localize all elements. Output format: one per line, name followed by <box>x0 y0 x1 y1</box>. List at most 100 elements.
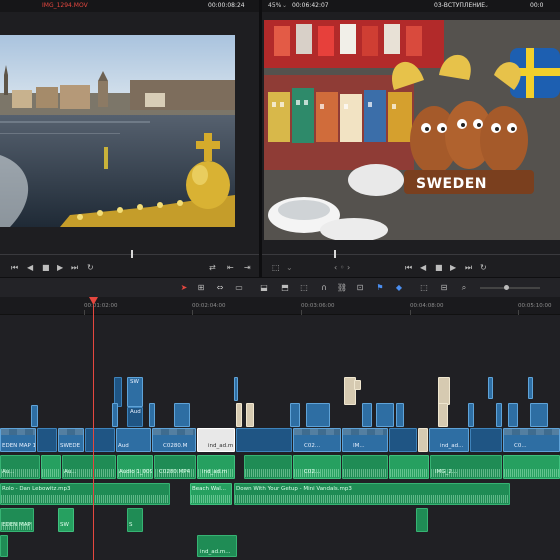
audio-clip[interactable]: IMG_2... <box>430 455 502 479</box>
video-clip[interactable] <box>37 428 57 452</box>
blade-tool-icon[interactable]: ▭ <box>233 282 245 294</box>
video-clip[interactable] <box>236 403 242 427</box>
video-clip[interactable] <box>306 403 330 427</box>
video-clip[interactable] <box>488 377 493 399</box>
video-clip[interactable]: C02... <box>293 428 341 452</box>
audio-clip[interactable]: Audio 1_009 <box>117 455 153 479</box>
linked-selection-icon[interactable]: ⛓ <box>336 282 348 294</box>
replace-clip-icon[interactable]: ⬚ <box>298 282 310 294</box>
video-clip[interactable] <box>290 403 300 427</box>
viewer-options-icon[interactable]: ⬚ <box>272 262 280 274</box>
marker-icon[interactable]: ◆ <box>393 282 405 294</box>
video-clip[interactable] <box>246 403 254 427</box>
audio-clip[interactable]: ind_ad.m... <box>197 535 237 557</box>
zoom-slider[interactable] <box>480 285 540 290</box>
timeline-dropdown-icon[interactable]: ⌄ <box>484 0 489 12</box>
music-clip[interactable]: Down With Your Getup - Mini Vandals.mp3 <box>234 483 510 505</box>
video-clip[interactable] <box>376 403 394 427</box>
source-scrub-head[interactable] <box>131 250 133 258</box>
audio-clip[interactable]: C02... <box>293 455 341 479</box>
audio-clip[interactable]: C0280.MP4 <box>154 455 196 479</box>
full-view-icon[interactable]: ⬚ <box>418 282 430 294</box>
video-clip[interactable]: C0... <box>503 428 560 452</box>
video-clip[interactable]: Aud <box>116 428 151 452</box>
video-clip[interactable] <box>31 405 38 427</box>
audio-clip[interactable]: SW <box>58 508 74 532</box>
video-clip[interactable] <box>418 428 428 452</box>
audio-clip[interactable] <box>41 455 61 479</box>
video-clip[interactable]: SW <box>127 377 143 407</box>
play-icon[interactable]: ▶ <box>450 262 456 274</box>
audio-clip[interactable] <box>244 455 292 479</box>
loop-icon[interactable]: ↻ <box>87 262 94 274</box>
timeline-panel[interactable]: 00:01:02:00 00:02:04:00 00:03:06:00 00:0… <box>0 297 560 560</box>
zoom-slider-handle[interactable] <box>504 285 509 290</box>
audio-clip[interactable]: Au... <box>62 455 116 479</box>
program-scrub-head[interactable] <box>334 250 336 258</box>
video-clip[interactable] <box>496 403 502 427</box>
video-clip[interactable]: EDEN MAP 1 <box>0 428 36 452</box>
video-clip[interactable] <box>362 403 372 427</box>
video-clip[interactable]: C0280.M <box>152 428 196 452</box>
music-clip[interactable]: Rolo - Dan Lebowitz.mp3 <box>0 483 170 505</box>
jump-end-icon[interactable]: ⏭ <box>71 262 78 274</box>
audio-clip[interactable]: S <box>127 508 143 532</box>
flag-icon[interactable]: ⚑ <box>374 282 386 294</box>
snapping-icon[interactable]: ∩ <box>318 282 330 294</box>
stop-icon[interactable]: ■ <box>435 262 443 274</box>
video-clip[interactable]: SWEDE <box>58 428 84 452</box>
video-clip[interactable] <box>508 403 518 427</box>
playhead-line[interactable] <box>93 305 94 560</box>
video-clip[interactable] <box>112 403 118 427</box>
clip-nav-icon[interactable]: ‹ ◦ › <box>334 262 350 274</box>
audio-clip[interactable] <box>389 455 429 479</box>
audio-clip[interactable] <box>342 455 388 479</box>
audio-clip[interactable]: Au... <box>0 455 40 479</box>
video-clip[interactable] <box>174 403 190 427</box>
jump-end-icon[interactable]: ⏭ <box>465 262 472 274</box>
video-clip[interactable] <box>470 428 502 452</box>
video-clip[interactable] <box>396 403 404 427</box>
trim-tool-icon[interactable]: ⊞ <box>195 282 207 294</box>
video-clip[interactable] <box>530 403 548 427</box>
stop-icon[interactable]: ■ <box>42 262 50 274</box>
video-clip[interactable]: ind_ad... <box>429 428 469 452</box>
source-scrub-bar[interactable] <box>0 248 259 260</box>
position-lock-icon[interactable]: ⊡ <box>354 282 366 294</box>
jump-start-icon[interactable]: ⏮ <box>405 262 412 274</box>
video-clip[interactable] <box>468 403 474 427</box>
selection-tool-icon[interactable]: ➤ <box>178 282 190 294</box>
video-clip[interactable]: Aud <box>127 407 143 427</box>
video-clip[interactable] <box>85 428 115 452</box>
program-viewer[interactable]: 45% ⌄ 00:06:42:07 03-ВСТУПЛЕНИЕ ⌄ 00:0 S… <box>262 0 560 277</box>
zoom-dropdown-icon[interactable]: ⌄ <box>282 0 287 12</box>
timeline-name[interactable]: 03-ВСТУПЛЕНИЕ <box>434 0 485 12</box>
video-clip[interactable] <box>438 377 450 405</box>
video-clip[interactable]: IM... <box>342 428 388 452</box>
play-icon[interactable]: ▶ <box>57 262 63 274</box>
program-scrub-bar[interactable] <box>262 248 560 260</box>
music-clip[interactable]: Beach Wal... <box>190 483 232 505</box>
source-viewer[interactable]: IMG_1294.MOV 00:00:08:24 ⏮ ◀ ■ ▶ ⏭ ↻ ⇄ ⇤… <box>0 0 259 277</box>
loop-icon[interactable]: ↻ <box>480 262 487 274</box>
audio-clip[interactable] <box>416 508 428 532</box>
audio-clip[interactable] <box>503 455 560 479</box>
step-back-icon[interactable]: ◀ <box>27 262 33 274</box>
video-clip[interactable] <box>438 403 448 427</box>
video-clip[interactable] <box>149 403 155 427</box>
video-clip[interactable]: ind_ad.m <box>197 428 235 452</box>
overwrite-clip-icon[interactable]: ⬒ <box>279 282 291 294</box>
mark-in-icon[interactable]: ⇤ <box>227 262 234 274</box>
zoom-icon[interactable]: ⌕ <box>458 282 470 294</box>
jump-start-icon[interactable]: ⏮ <box>11 262 18 274</box>
detail-zoom-icon[interactable]: ⊟ <box>438 282 450 294</box>
insert-clip-icon[interactable]: ⬓ <box>258 282 270 294</box>
video-clip[interactable] <box>234 377 238 401</box>
dynamic-trim-icon[interactable]: ⇔ <box>214 282 226 294</box>
match-frame-icon[interactable]: ⇄ <box>209 262 216 274</box>
audio-clip[interactable]: ind_ad.m <box>197 455 235 479</box>
video-clip[interactable] <box>236 428 292 452</box>
timeline-ruler[interactable]: 00:01:02:00 00:02:04:00 00:03:06:00 00:0… <box>0 297 560 315</box>
mark-out-icon[interactable]: ⇥ <box>244 262 251 274</box>
zoom-level[interactable]: 45% <box>268 0 281 12</box>
